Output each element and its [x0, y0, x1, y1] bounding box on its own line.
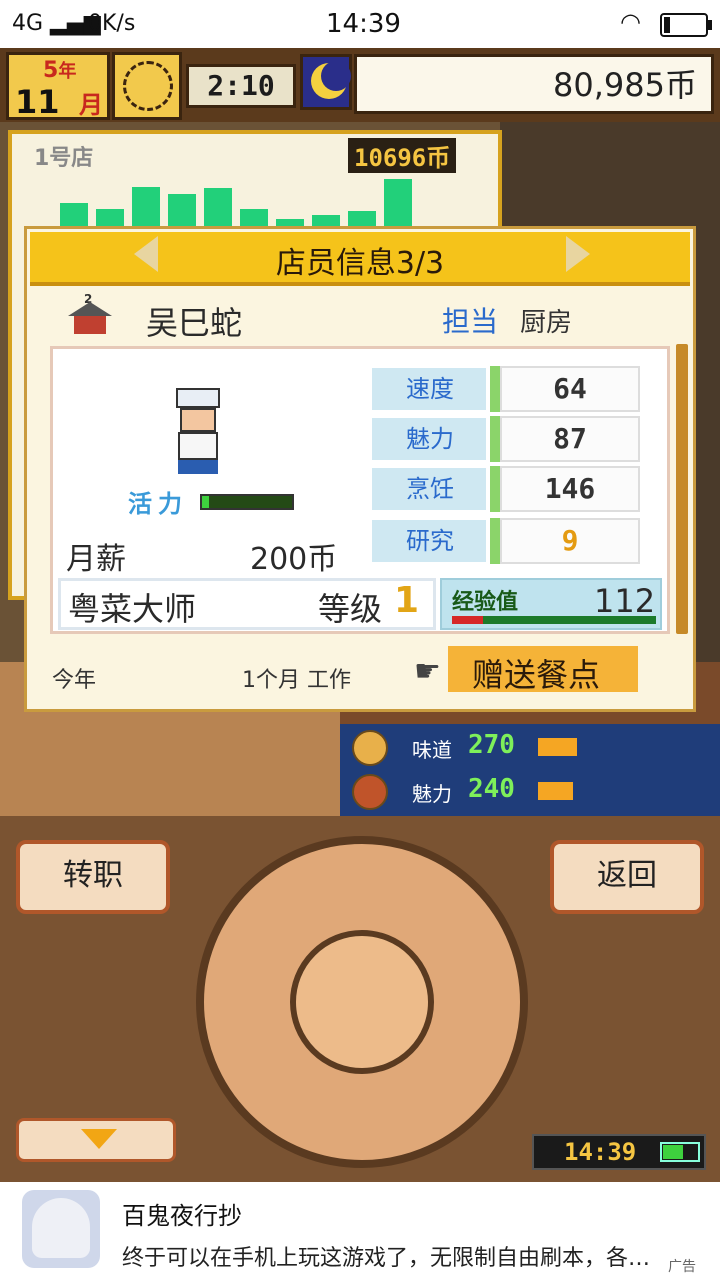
battery-icon — [660, 1142, 700, 1162]
experience-bar — [452, 616, 656, 624]
wifi-icon: ◠ — [620, 8, 641, 36]
ad-badge: 广告 — [668, 1259, 696, 1275]
stat-label-research: 研究 — [370, 518, 488, 564]
status-bar: 4G ▂▄▆ 0K/s 14:39 ◠ — [0, 0, 720, 48]
change-job-button[interactable]: 转职 — [16, 840, 170, 914]
sales-bar — [204, 188, 232, 230]
dish-icon — [352, 774, 388, 810]
stat-value-charm: 87 — [500, 416, 640, 462]
chef-avatar — [170, 388, 226, 476]
stat-label-charm: 魅力 — [370, 416, 488, 462]
level-value: 1 — [394, 580, 420, 621]
mini-clock: 14:39 — [532, 1134, 706, 1170]
clock-icon — [112, 52, 182, 120]
dialog-title: 店员信息3/3 — [275, 246, 445, 281]
dish-stats-panel: 味道 270 魅力 240 — [340, 724, 720, 816]
dish-stat-charm: 魅力 240 — [340, 770, 720, 812]
sales-bars — [50, 170, 430, 230]
stat-value-speed: 64 — [500, 366, 640, 412]
status-time: 14:39 — [326, 9, 401, 39]
dpad-center-button[interactable] — [290, 930, 434, 1074]
role-value: 厨房 — [520, 308, 573, 338]
stat-value-research: 9 — [500, 518, 640, 564]
store-house-icon: 2 — [68, 292, 112, 336]
sales-bar — [168, 194, 196, 230]
month-number: 11 — [15, 83, 60, 121]
experience-label: 经验值 — [452, 590, 519, 615]
stat-gauge — [490, 366, 500, 412]
stat-label-cooking: 烹饪 — [370, 466, 488, 512]
back-button[interactable]: 返回 — [550, 840, 704, 914]
skill-title: 粤菜大师 — [68, 590, 197, 628]
scroll-down-button[interactable] — [16, 1118, 176, 1162]
prev-staff-arrow-icon[interactable] — [134, 236, 158, 272]
dish-stat-bar — [538, 738, 577, 756]
taste-icon — [352, 730, 388, 766]
dialog-scrollbar[interactable] — [676, 344, 688, 634]
ad-title[interactable]: 百鬼夜行抄 — [122, 1196, 242, 1231]
moon-icon — [300, 54, 352, 110]
dish-stat-taste: 味道 270 — [340, 726, 720, 768]
dish-stat-label: 魅力 — [412, 782, 452, 806]
salary-label: 月薪 — [66, 542, 126, 577]
ad-description[interactable]: 终于可以在手机上玩这游戏了，无限制自由刷本，各… — [122, 1240, 682, 1272]
dish-stat-bar — [538, 782, 573, 800]
date-display: 5年 11 月 — [6, 52, 110, 121]
dish-stat-value: 270 — [468, 730, 515, 760]
gift-meal-label[interactable]: 赠送餐点 — [472, 650, 600, 696]
year-number: 5年 — [43, 58, 77, 83]
stat-value-cooking: 146 — [500, 466, 640, 512]
role-label: 担当 — [442, 305, 499, 338]
stat-gauge — [490, 416, 500, 462]
sales-bar — [132, 187, 160, 230]
year-label: 今年 — [52, 668, 97, 693]
battery-icon — [660, 13, 712, 37]
ad-app-icon[interactable] — [22, 1190, 100, 1268]
sales-bar — [384, 179, 412, 230]
stat-gauge — [490, 518, 500, 564]
money-display: 80,985币 — [354, 54, 714, 114]
level-label: 等级 — [318, 590, 383, 628]
months-worked: 1个月 工作 — [242, 668, 351, 693]
vitality-label: 活力 — [128, 490, 188, 518]
net-speed: 0K/s — [88, 11, 136, 36]
store-label: 1号店 — [34, 146, 94, 171]
store-value: 10696币 — [348, 138, 457, 173]
game-time: 2:10 — [186, 64, 296, 108]
pointing-hand-icon: ☛ — [414, 654, 441, 689]
month-unit: 月 — [79, 91, 103, 119]
salary-value: 200币 — [250, 542, 338, 577]
down-arrow-icon — [81, 1129, 117, 1149]
mini-clock-time: 14:39 — [564, 1138, 637, 1166]
next-staff-arrow-icon[interactable] — [566, 236, 590, 272]
experience-value: 112 — [594, 582, 656, 620]
dish-stat-value: 240 — [468, 774, 515, 804]
stat-label-speed: 速度 — [370, 366, 488, 412]
vitality-bar — [200, 494, 294, 510]
dish-stat-label: 味道 — [412, 738, 452, 762]
staff-name: 吴巳蛇 — [146, 304, 243, 342]
